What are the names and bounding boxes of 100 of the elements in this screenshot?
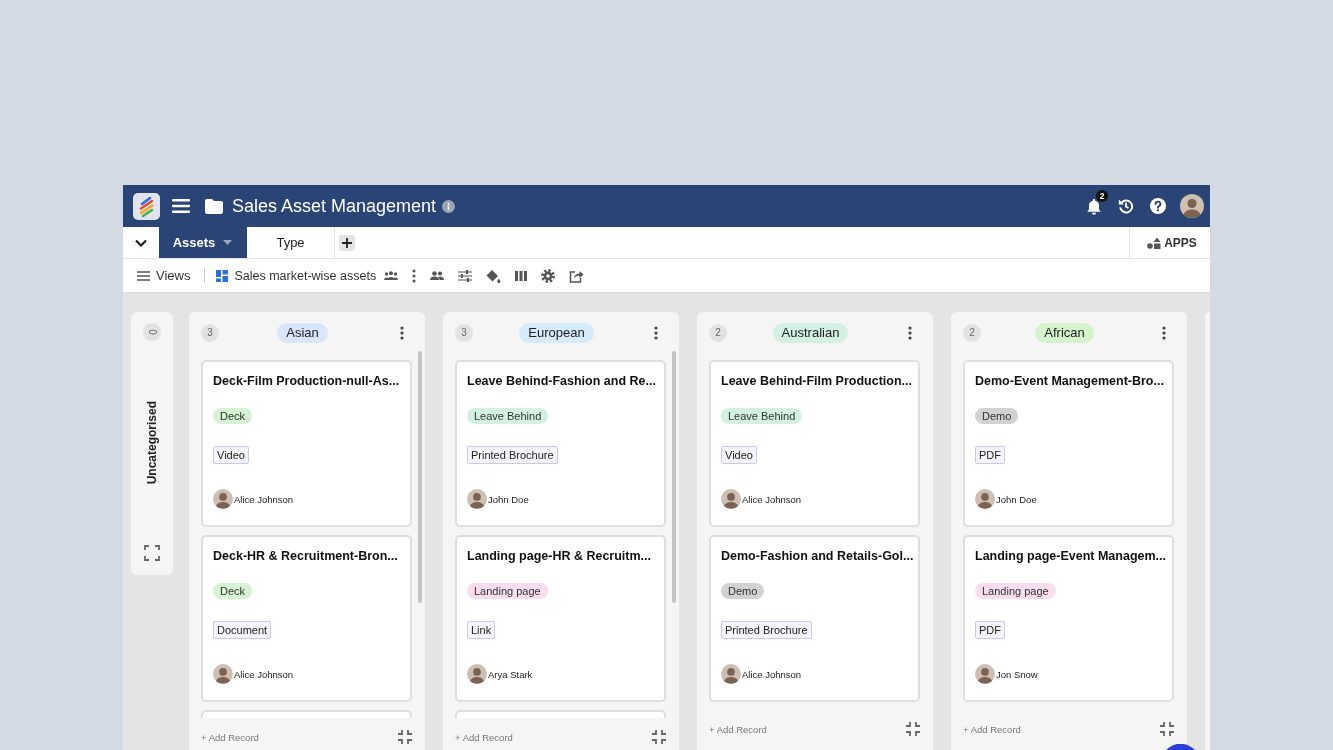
owner-name: Alice Johnson bbox=[234, 493, 294, 505]
group-label: Australian bbox=[772, 323, 849, 343]
view-selector[interactable]: Sales market-wise assets bbox=[216, 268, 377, 283]
count-badge: 3 bbox=[455, 324, 473, 342]
group-label: European bbox=[519, 323, 594, 343]
collapse-icon[interactable] bbox=[651, 729, 667, 745]
add-record-button[interactable]: + Add Record bbox=[963, 723, 1021, 735]
add-record-button[interactable]: + Add Record bbox=[201, 731, 259, 743]
card-title: Deck-Film Production-null-As... bbox=[213, 373, 400, 389]
collapse-icon[interactable] bbox=[1159, 721, 1175, 737]
category-tag: Demo bbox=[975, 408, 1019, 424]
type-tag: PDF bbox=[975, 446, 1005, 464]
type-tag: Printed Brochure bbox=[467, 446, 558, 464]
card-title: Leave Behind-Fashion and Re... bbox=[467, 373, 656, 389]
app-title: Sales Asset Management bbox=[232, 195, 437, 217]
type-tag: Link bbox=[467, 621, 496, 639]
record-card[interactable]: Deck-HR & Recruitment-Bron... Deck Document Alice Johnson bbox=[201, 535, 412, 702]
record-card[interactable]: Leave Behind-Fashion and Re... Leave Behind Printed Brochure John Doe bbox=[455, 360, 666, 527]
avatar-icon bbox=[213, 489, 233, 509]
category-tag: Deck bbox=[213, 408, 253, 424]
add-record-button[interactable]: + Add Record bbox=[709, 723, 767, 735]
count-badge: 2 bbox=[963, 324, 981, 342]
caret-icon bbox=[223, 240, 233, 245]
category-tag: Leave Behind bbox=[467, 408, 549, 424]
count-badge: 0 bbox=[143, 323, 161, 341]
owner-name: John Doe bbox=[996, 493, 1037, 505]
more-icon[interactable] bbox=[412, 268, 417, 283]
card-title: Deck-HR & Recruitment-Bron... bbox=[213, 548, 398, 564]
more-icon[interactable] bbox=[908, 326, 912, 340]
list-icon bbox=[137, 270, 150, 281]
category-tag: Leave Behind bbox=[721, 408, 803, 424]
card-title: Demo-Fashion and Retails-Gol... bbox=[721, 548, 914, 564]
more-icon[interactable] bbox=[1162, 326, 1166, 340]
chevron-down-icon bbox=[135, 238, 147, 247]
notification-badge: 2 bbox=[1096, 189, 1108, 202]
category-tag: Demo bbox=[721, 583, 765, 599]
help-icon[interactable] bbox=[1150, 198, 1166, 214]
card-title: Landing page-Event Managem... bbox=[975, 548, 1166, 564]
more-icon[interactable] bbox=[400, 326, 404, 340]
card-title: Demo-Event Management-Bro... bbox=[975, 373, 1164, 389]
logo-icon[interactable] bbox=[133, 192, 160, 220]
paint-bucket-icon[interactable] bbox=[486, 268, 502, 283]
apps-icon bbox=[1147, 236, 1162, 249]
avatar-icon[interactable] bbox=[1180, 194, 1204, 218]
category-tag: Deck bbox=[213, 583, 253, 599]
owner-name: Alice Johnson bbox=[742, 493, 802, 505]
count-badge: 3 bbox=[201, 324, 219, 342]
record-card[interactable]: Leave Behind-Film Production... Leave Behind Video Alice Johnson bbox=[709, 360, 920, 527]
category-tag: Landing page bbox=[975, 583, 1056, 599]
type-tag: Video bbox=[721, 446, 757, 464]
avatar-icon bbox=[975, 489, 995, 509]
avatar-icon bbox=[975, 664, 995, 684]
category-tag: Landing page bbox=[467, 583, 548, 599]
tab[interactable]: Assets bbox=[159, 227, 247, 258]
group-label: Asian bbox=[277, 323, 328, 343]
plus-icon bbox=[342, 237, 352, 248]
history-icon[interactable] bbox=[1118, 198, 1134, 214]
avatar-icon bbox=[721, 664, 741, 684]
scrollbar-thumb[interactable] bbox=[418, 351, 422, 603]
info-icon[interactable] bbox=[442, 199, 456, 213]
settings-icon[interactable] bbox=[541, 268, 556, 283]
collapse-icon[interactable] bbox=[397, 729, 413, 745]
owner-name: John Doe bbox=[488, 493, 529, 505]
record-card[interactable]: Landing page-Event Managem... Landing page PDF Jon Snow bbox=[963, 535, 1174, 702]
scrollbar-thumb[interactable] bbox=[672, 351, 676, 603]
sliders-icon[interactable] bbox=[458, 269, 473, 282]
card-title: Landing page-HR & Recruitm... bbox=[467, 548, 652, 564]
record-card[interactable]: Landing page-HR & Recruitm... Landing page Link Arya Stark bbox=[455, 535, 666, 702]
owner-name: Alice Johnson bbox=[742, 668, 802, 680]
views-button[interactable]: Views bbox=[137, 268, 191, 283]
column-title: Uncategorised bbox=[145, 401, 159, 485]
add-tab-button[interactable] bbox=[339, 234, 355, 251]
avatar-icon bbox=[467, 664, 487, 684]
notification-bell-icon[interactable] bbox=[1086, 197, 1102, 215]
group-label: African bbox=[1035, 323, 1094, 343]
record-card[interactable]: Deck-Film Production-null-As... Deck Video Alice Johnson bbox=[201, 360, 412, 527]
floating-button[interactable] bbox=[1166, 744, 1195, 750]
share-icon[interactable] bbox=[569, 268, 585, 283]
avatar-icon bbox=[721, 489, 741, 509]
owner-name: Alice Johnson bbox=[234, 668, 294, 680]
avatar-icon bbox=[467, 489, 487, 509]
record-card[interactable]: Demo-Fashion and Retails-Gol... Demo Printed Brochure Alice Johnson bbox=[709, 535, 920, 702]
more-icon[interactable] bbox=[654, 326, 658, 340]
add-record-button[interactable]: + Add Record bbox=[455, 731, 513, 743]
expand-icon[interactable] bbox=[144, 545, 160, 561]
type-tag: Document bbox=[213, 621, 272, 639]
avatar-icon bbox=[213, 664, 233, 684]
folder-icon bbox=[205, 198, 223, 214]
people-icon[interactable] bbox=[430, 271, 445, 280]
count-badge: 2 bbox=[709, 324, 727, 342]
type-tag: Video bbox=[213, 446, 249, 464]
record-card[interactable]: Demo-Event Management-Bro... Demo PDF John Doe bbox=[963, 360, 1174, 527]
type-tag: Printed Brochure bbox=[721, 621, 812, 639]
owner-name: Jon Snow bbox=[996, 668, 1038, 680]
menu-icon[interactable] bbox=[172, 199, 190, 213]
grid-icon bbox=[216, 269, 229, 282]
columns-icon[interactable] bbox=[515, 270, 528, 281]
people-group-icon[interactable] bbox=[384, 271, 399, 280]
collapse-icon[interactable] bbox=[905, 721, 921, 737]
card-title: Leave Behind-Film Production... bbox=[721, 373, 912, 389]
